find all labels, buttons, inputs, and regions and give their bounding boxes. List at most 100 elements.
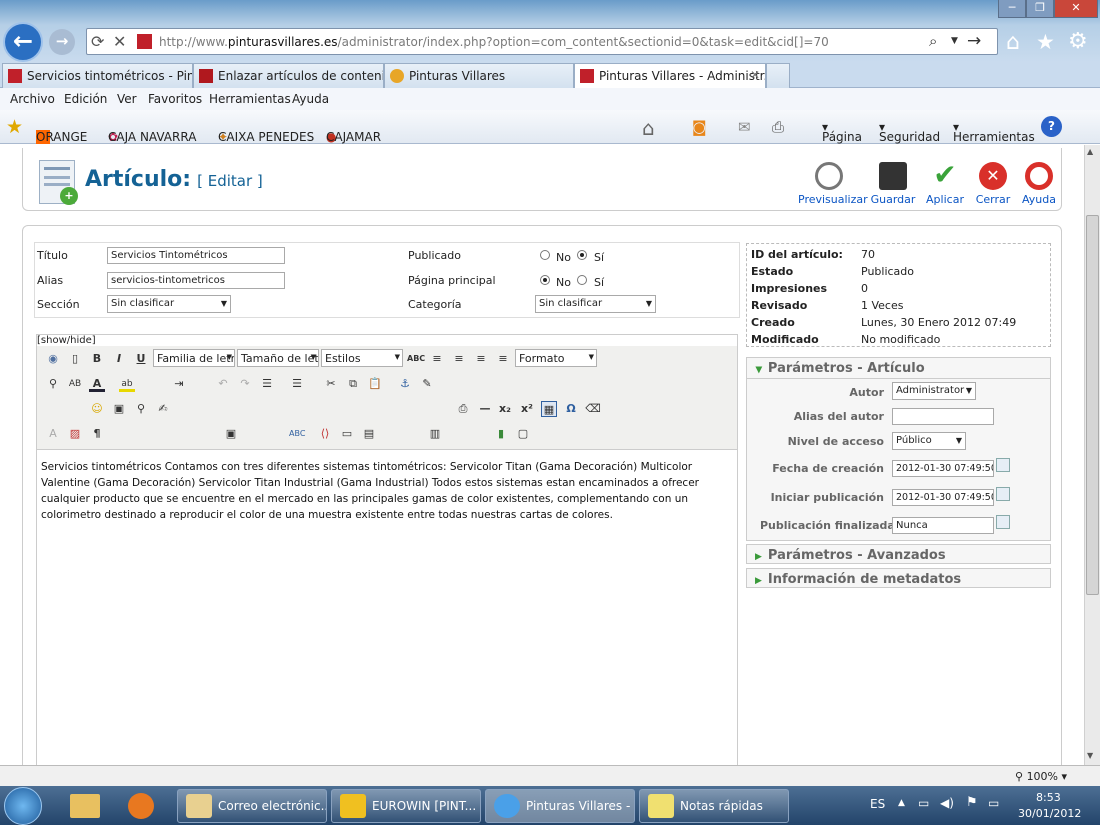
go-arrow-icon[interactable]: → [967, 31, 981, 51]
media-player-pinned-icon[interactable] [128, 793, 154, 819]
italic-icon[interactable]: I [111, 351, 127, 367]
maximize-button[interactable]: ❐ [1026, 0, 1054, 18]
vertical-scrollbar[interactable]: ▲ ▼ [1084, 145, 1100, 765]
back-button[interactable]: ← [3, 22, 43, 62]
calendar-icon[interactable] [996, 458, 1010, 472]
settings-gear-icon[interactable]: ⚙ [1068, 29, 1088, 54]
pagina-no-radio[interactable] [540, 275, 550, 285]
bold-icon[interactable]: B [89, 351, 105, 367]
readmore-icon[interactable]: ▮ [493, 426, 509, 442]
tab-administracion[interactable]: Pinturas Villares - Administr... ✕ [574, 63, 766, 89]
cut-icon[interactable]: ✂ [323, 376, 339, 392]
save-editor-icon[interactable]: ▥ [427, 426, 443, 442]
justify-icon[interactable]: ≡ [495, 351, 511, 367]
rss-icon[interactable]: ◙ [692, 118, 707, 136]
preview-button[interactable]: Previsualizar [798, 162, 868, 206]
clock-date[interactable]: 30/01/2012 [1018, 807, 1081, 820]
home-icon[interactable]: ⌂ [1006, 30, 1020, 55]
command-herramientas[interactable]: Herramientas ▾ [953, 120, 1035, 144]
align-right-icon[interactable]: ≡ [473, 351, 489, 367]
params-advanced-header[interactable]: ▶ Parámetros - Avanzados [746, 544, 1051, 564]
copy-icon[interactable]: ⧉ [345, 376, 361, 392]
undo-icon[interactable]: ↶ [215, 376, 231, 392]
tab-pinturas[interactable]: Pinturas Villares [384, 63, 574, 88]
close-tab-icon[interactable]: ✕ [750, 68, 760, 82]
menu-ver[interactable]: Ver [117, 92, 137, 106]
menu-edicion[interactable]: Edición [64, 92, 107, 106]
address-bar[interactable]: ⟳ ✕ http://www.pinturasvillares.es/admin… [86, 28, 998, 55]
new-tab-button[interactable] [766, 63, 790, 88]
emoticon-icon[interactable]: ☺ [89, 401, 105, 417]
publicado-si-radio[interactable] [577, 250, 587, 260]
forward-button[interactable]: → [49, 29, 75, 55]
address-dropdown-icon[interactable]: ▼ [951, 36, 958, 46]
home-small-icon[interactable]: ⌂ [642, 116, 655, 140]
spellcheck-icon[interactable]: ABC [289, 426, 305, 442]
menu-archivo[interactable]: Archivo [10, 92, 55, 106]
indent-icon[interactable]: ⇥ [171, 376, 187, 392]
print-icon[interactable]: ⎙ [772, 118, 784, 136]
align-left-icon[interactable]: ≡ [429, 351, 445, 367]
style-icon[interactable]: A [45, 426, 61, 442]
volume-icon[interactable]: ◀) [940, 796, 954, 810]
autor-select[interactable]: Administrator [892, 382, 976, 400]
menu-herramientas[interactable]: Herramientas [209, 92, 291, 106]
fecha-creacion-input[interactable]: 2012-01-30 07:49:50 [892, 460, 994, 477]
display-icon[interactable]: ▭ [988, 796, 999, 810]
preview-editor-icon[interactable]: ⚲ [133, 401, 149, 417]
menu-favoritos[interactable]: Favoritos [148, 92, 202, 106]
publicacion-finalizada-input[interactable]: Nunca [892, 517, 994, 534]
iniciar-publicacion-input[interactable]: 2012-01-30 07:49:50 [892, 489, 994, 506]
format-select[interactable]: Formato [515, 349, 597, 367]
font-family-select[interactable]: Familia de letra [153, 349, 235, 367]
tab-enlazar[interactable]: Enlazar artículos de contenido ... [193, 63, 384, 88]
alias-autor-input[interactable] [892, 408, 994, 425]
editor-body[interactable]: Servicios tintométricos Contamos con tre… [41, 459, 735, 523]
minimize-button[interactable]: ─ [998, 0, 1026, 18]
metadata-header[interactable]: ▶ Información de metadatos [746, 568, 1051, 588]
titulo-input[interactable]: Servicios Tintométricos [107, 247, 285, 264]
tray-expand-icon[interactable]: ▲ [898, 798, 905, 808]
language-indicator[interactable]: ES [870, 797, 885, 811]
refresh-icon[interactable]: ⟳ [91, 32, 104, 51]
command-pagina[interactable]: Página ▾ [822, 120, 862, 144]
mail-icon[interactable]: ✉ [738, 118, 751, 136]
text-color-icon[interactable]: A [89, 376, 105, 392]
taskbar-item-notas[interactable]: Notas rápidas [639, 789, 789, 823]
favorites-star-icon[interactable]: ★ [1036, 30, 1055, 54]
eraser-icon[interactable]: ⌫ [585, 401, 601, 417]
start-button[interactable] [4, 787, 42, 825]
taskbar-item-correo[interactable]: Correo electrónic... [177, 789, 327, 823]
strikethrough-icon[interactable]: ABC [407, 351, 425, 367]
action-center-flag-icon[interactable]: ⚑ [966, 795, 978, 810]
highlight-icon[interactable]: ab [119, 376, 135, 392]
bullet-list-icon[interactable]: ☰ [289, 376, 305, 392]
help-button[interactable]: Ayuda [1009, 162, 1069, 206]
pagina-si-radio[interactable] [577, 275, 587, 285]
template-icon[interactable]: ▤ [361, 426, 377, 442]
categoria-select[interactable]: Sin clasificar [535, 295, 656, 313]
find-icon[interactable]: ⚲ [45, 376, 61, 392]
styles-select[interactable]: Estilos [321, 349, 403, 367]
print-editor-icon[interactable]: ⎙ [455, 401, 471, 417]
paste-icon[interactable]: 📋 [367, 376, 383, 392]
edit-html-icon[interactable]: ✍ [155, 401, 171, 417]
cleanup-icon[interactable]: ✎ [419, 376, 435, 392]
image-icon[interactable]: ▨ [67, 426, 83, 442]
font-size-select[interactable]: Tamaño de letra [237, 349, 319, 367]
redo-icon[interactable]: ↷ [237, 376, 253, 392]
underline-icon[interactable]: U [133, 351, 149, 367]
seccion-select[interactable]: Sin clasificar [107, 295, 231, 313]
nivel-acceso-select[interactable]: Público [892, 432, 966, 450]
calendar-icon[interactable] [996, 487, 1010, 501]
params-article-header[interactable]: ▶ Parámetros - Artículo [746, 357, 1051, 379]
ordered-list-icon[interactable]: ☰ [259, 376, 275, 392]
save-button[interactable]: Guardar [863, 162, 923, 206]
special-char-icon[interactable]: Ω [563, 401, 579, 417]
calendar-icon[interactable] [996, 515, 1010, 529]
network-icon[interactable]: ▭ [918, 796, 929, 810]
tab-servicios[interactable]: Servicios tintométricos - Pintur... [2, 63, 193, 88]
superscript-icon[interactable]: x² [519, 401, 535, 417]
publicado-no-radio[interactable] [540, 250, 550, 260]
alias-input[interactable]: servicios-tintometricos [107, 272, 285, 289]
